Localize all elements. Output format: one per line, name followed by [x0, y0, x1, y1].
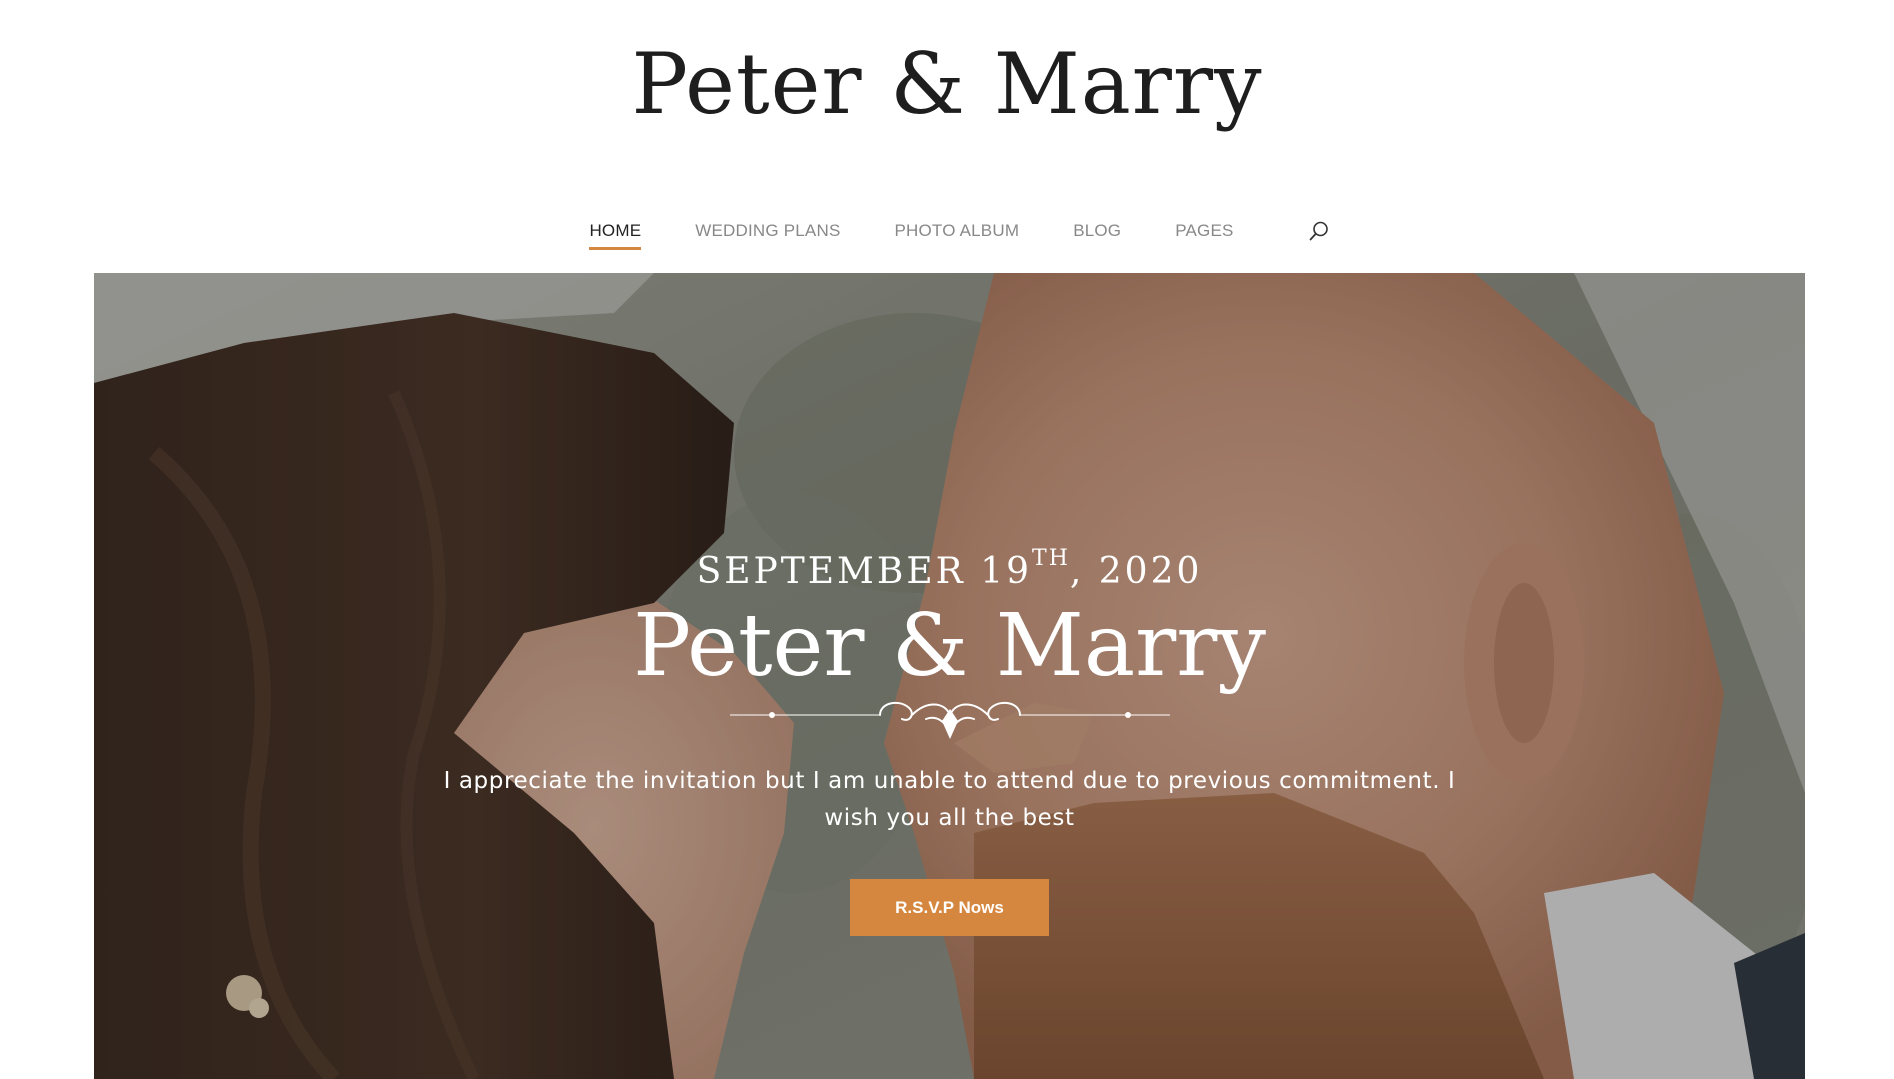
wedding-date-year: , 2020 [1069, 551, 1203, 592]
wedding-date-main: SEPTEMBER 19 [696, 551, 1033, 592]
nav-item-home[interactable]: HOME [589, 221, 642, 250]
hero-content: SEPTEMBER 19TH, 2020 Peter & Marry I app… [94, 546, 1805, 937]
nav-item-photo-album[interactable]: PHOTO ALBUM [894, 221, 1019, 250]
wedding-date: SEPTEMBER 19TH, 2020 [94, 546, 1805, 593]
nav-item-wedding-plans[interactable]: WEDDING PLANS [695, 221, 840, 250]
main-navigation: HOME WEDDING PLANS PHOTO ALBUM BLOG PAGE… [0, 218, 1894, 253]
rsvp-button[interactable]: R.S.V.P Nows [850, 879, 1049, 937]
hero-message: I appreciate the invitation but I am una… [443, 768, 1456, 832]
flourish-divider-icon [729, 702, 1170, 740]
nav-item-pages[interactable]: PAGES [1175, 221, 1233, 250]
hero-title: Peter & Marry [633, 596, 1266, 697]
wedding-date-suffix: TH [1032, 546, 1070, 571]
hero-banner: SEPTEMBER 19TH, 2020 Peter & Marry I app… [94, 273, 1805, 1079]
site-logo[interactable]: Peter & Marry [0, 42, 1894, 126]
wedding-home-page: Peter & Marry HOME WEDDING PLANS PHOTO A… [0, 0, 1894, 1079]
search-icon[interactable] [1306, 218, 1332, 244]
nav-item-blog[interactable]: BLOG [1073, 221, 1121, 250]
